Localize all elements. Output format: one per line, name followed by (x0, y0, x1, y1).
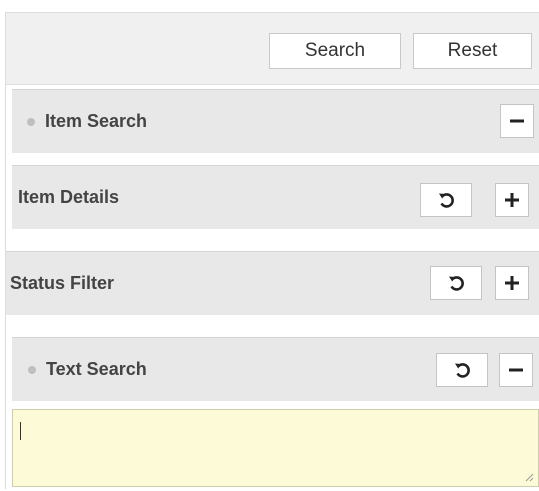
section-label: Item Details (18, 187, 120, 207)
collapse-text-search-button[interactable] (499, 353, 533, 387)
bullet-dot-icon (28, 365, 36, 374)
reset-text-search-button[interactable] (436, 353, 488, 387)
reset-item-details-button[interactable] (420, 183, 472, 217)
expand-status-filter-button[interactable] (495, 266, 529, 300)
search-toolbar: Search Reset (6, 13, 539, 85)
section-label: Status Filter (10, 273, 115, 293)
section-title-text-search[interactable]: Text Search (28, 338, 147, 401)
plus-icon (505, 193, 519, 207)
bullet-dot-icon (27, 117, 35, 126)
section-text-search: Text Search (12, 337, 539, 401)
collapse-item-search-button[interactable] (500, 104, 534, 138)
refresh-icon (455, 363, 470, 378)
minus-icon (509, 368, 523, 372)
reset-status-filter-button[interactable] (430, 266, 482, 300)
section-status-filter: Status Filter (6, 251, 539, 315)
search-panel: Search Reset Item Search Item Details St… (5, 12, 539, 489)
plus-icon (505, 276, 519, 290)
text-cursor (20, 422, 21, 440)
section-item-search: Item Search (12, 89, 539, 153)
refresh-icon (439, 193, 454, 208)
text-search-field-container (12, 409, 539, 487)
expand-item-details-button[interactable] (495, 183, 529, 217)
minus-icon (510, 119, 524, 123)
section-item-details: Item Details (12, 165, 539, 229)
section-label: Text Search (46, 359, 147, 379)
section-title-status-filter[interactable]: Status Filter (10, 252, 114, 315)
refresh-icon (449, 276, 464, 291)
text-search-input[interactable] (13, 410, 538, 486)
section-title-item-details[interactable]: Item Details (18, 166, 119, 229)
section-label: Item Search (45, 111, 148, 131)
section-title-item-search[interactable]: Item Search (27, 90, 147, 153)
reset-button[interactable]: Reset (413, 33, 532, 69)
search-button[interactable]: Search (269, 33, 401, 69)
resize-grip-icon[interactable] (524, 472, 534, 482)
